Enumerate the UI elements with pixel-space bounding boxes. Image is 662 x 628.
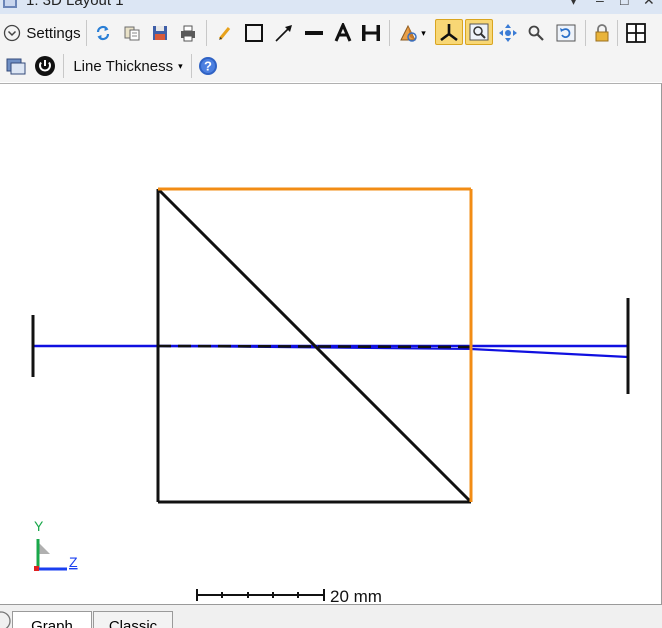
axis-triad: Y Z: [34, 518, 78, 571]
arrow-button[interactable]: [271, 20, 297, 46]
line-icon: [305, 31, 323, 35]
tab-scroll-icon: [0, 611, 11, 628]
toolbar-separator: [86, 20, 87, 46]
settings-label: Settings: [26, 24, 81, 42]
scale-bar: 20 mm: [196, 587, 382, 606]
layout-viewport[interactable]: Y Z 20 mm: [0, 83, 662, 606]
toolbar-separator: [191, 54, 192, 78]
zoom-icon: [528, 25, 544, 41]
toolbar-row-1: Settings ▾: [0, 14, 662, 51]
maximize-icon[interactable]: □: [620, 0, 628, 8]
text-icon: [334, 23, 352, 42]
layout-drawing: Y Z 20 mm: [31, 187, 630, 606]
tab-graph[interactable]: Graph: [12, 611, 92, 628]
toolbar-separator: [585, 20, 586, 46]
arrow-icon: [275, 25, 292, 42]
print-button[interactable]: [177, 20, 199, 46]
reset-view-icon: [556, 24, 576, 42]
tab-classic[interactable]: Classic: [93, 611, 173, 628]
tab-classic-label: Classic: [108, 618, 158, 628]
zoom-window-icon: [469, 23, 489, 41]
toolbar-row-2: Line Thickness ▾ ?: [0, 51, 662, 82]
minimize-icon[interactable]: –: [596, 0, 604, 8]
help-icon: ?: [199, 57, 217, 75]
toolbar-separator: [617, 20, 618, 46]
window-menu-icon[interactable]: ▾: [570, 0, 577, 9]
line-thickness-dropdown[interactable]: Line Thickness ▾: [70, 53, 186, 79]
axis-y-label: Y: [34, 518, 44, 534]
ray-output-2: [470, 347, 629, 359]
axes-icon: [440, 24, 458, 42]
dropdown-arrow-icon: ▾: [178, 60, 183, 71]
title-bar: 1: 3D Layout 1 ▾ – □ ✕: [0, 0, 662, 14]
rotate-view-icon: [400, 24, 417, 42]
toolbar-separator: [63, 54, 64, 78]
copy-button[interactable]: [121, 20, 143, 46]
text-button[interactable]: [331, 20, 355, 46]
rectangle-button[interactable]: [241, 20, 267, 46]
axes-button[interactable]: [435, 19, 463, 45]
view-tabs: Graph Classic: [0, 605, 662, 628]
help-button[interactable]: ?: [196, 53, 220, 79]
dimension-button[interactable]: [358, 20, 384, 46]
rectangle-icon: [245, 24, 263, 42]
dropdown-arrow-icon: ▾: [421, 27, 426, 38]
print-icon: [181, 25, 195, 42]
lock-button[interactable]: [591, 20, 613, 46]
rotate-view-dropdown[interactable]: ▾: [394, 20, 430, 46]
toolbar-separator: [206, 20, 207, 46]
save-icon: [153, 26, 167, 40]
close-icon[interactable]: ✕: [643, 0, 655, 9]
pan-icon: [499, 24, 517, 42]
line-button[interactable]: [301, 20, 327, 46]
app-icon: [3, 0, 17, 8]
dimension-icon: [362, 25, 380, 41]
pencil-button[interactable]: [214, 20, 236, 46]
lock-icon: [595, 24, 609, 42]
window-title: 1: 3D Layout 1: [26, 0, 124, 9]
fit-icon: [626, 23, 646, 43]
scale-label: 20 mm: [330, 587, 382, 606]
window-icon: [6, 58, 26, 75]
tab-graph-label: Graph: [31, 618, 73, 628]
copy-icon: [124, 26, 140, 41]
power-icon: [35, 56, 55, 76]
power-button[interactable]: [32, 53, 58, 79]
toolbar-separator: [389, 20, 390, 46]
settings-button[interactable]: Settings: [2, 20, 82, 46]
refresh-button[interactable]: [92, 20, 114, 46]
chevron-down-circle-icon: [4, 24, 21, 42]
window-button[interactable]: [4, 53, 28, 79]
save-button[interactable]: [149, 20, 171, 46]
svg-text:?: ?: [204, 59, 212, 74]
pencil-icon: [218, 27, 231, 40]
line-thickness-label: Line Thickness: [73, 57, 174, 75]
zoom-button[interactable]: [524, 20, 548, 46]
refresh-icon: [96, 25, 110, 41]
axis-z-label: Z: [69, 554, 78, 570]
reset-view-button[interactable]: [553, 20, 579, 46]
fit-button[interactable]: [623, 20, 649, 46]
zoom-window-button[interactable]: [465, 19, 493, 45]
pan-button[interactable]: [496, 20, 520, 46]
